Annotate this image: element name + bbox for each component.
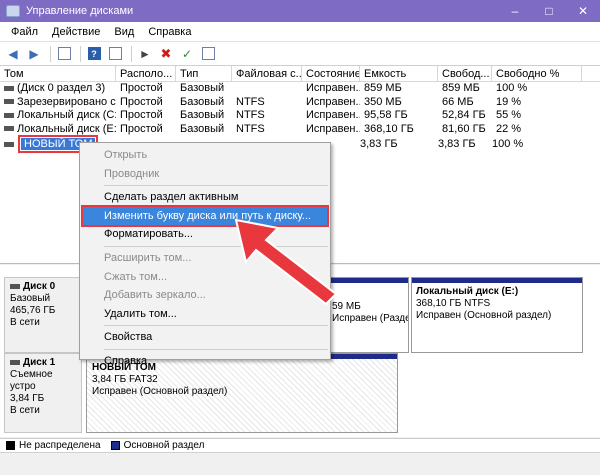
menu-item-help[interactable]: Справка [80, 352, 330, 371]
volume-icon [4, 99, 14, 105]
menu-file[interactable]: Файл [4, 26, 45, 38]
column-free[interactable]: Свобод... [438, 66, 492, 81]
properties-icon[interactable] [106, 45, 124, 63]
list-view-icon[interactable] [55, 45, 73, 63]
menu-item-open[interactable]: Открыть [80, 146, 330, 165]
minimize-icon[interactable]: – [498, 0, 532, 22]
window-title: Управление дисками [26, 5, 134, 17]
help-icon[interactable]: ? [85, 45, 103, 63]
menu-action[interactable]: Действие [45, 26, 107, 38]
disk-icon [10, 359, 20, 365]
column-filesystem[interactable]: Файловая с... [232, 66, 302, 81]
menu-item-properties[interactable]: Свойства [80, 328, 330, 347]
disk-icon [10, 283, 20, 289]
disk-0-label[interactable]: Диск 0 Базовый 465,76 ГБ В сети [4, 277, 82, 353]
delete-icon[interactable]: ✖ [157, 45, 175, 63]
title-bar: Управление дисками – □ ✕ [0, 0, 600, 22]
selected-volume-free-pct: 100 % [492, 138, 524, 150]
table-row[interactable]: Зарезервировано с... Простой Базовый NTFS… [0, 96, 600, 110]
column-layout[interactable]: Располо... [116, 66, 176, 81]
check-icon[interactable]: ✓ [178, 45, 196, 63]
column-type[interactable]: Тип [176, 66, 232, 81]
selected-volume-capacity: 3,83 ГБ [360, 138, 398, 150]
table-row[interactable]: Локальный диск (E:) Простой Базовый NTFS И… [0, 123, 600, 137]
forward-arrow-icon[interactable]: ▶ [25, 45, 43, 63]
menu-bar: Файл Действие Вид Справка [0, 22, 600, 42]
menu-separator [104, 245, 328, 247]
menu-help[interactable]: Справка [141, 26, 198, 38]
menu-item-mark-active[interactable]: Сделать раздел активным [80, 188, 330, 207]
list-header: Том Располо... Тип Файловая с... Состоян… [0, 66, 600, 82]
volume-icon [4, 126, 14, 132]
disk-0-partition[interactable]: 59 МБ Исправен (Раздел [327, 277, 409, 353]
menu-separator [104, 185, 328, 187]
unallocated-swatch [6, 441, 15, 450]
legend-unallocated: Не распределена [19, 440, 101, 451]
toolbar-separator [50, 45, 51, 62]
back-arrow-icon[interactable]: ◀ [4, 45, 22, 63]
table-row[interactable]: Локальный диск (C:) Простой Базовый NTFS И… [0, 109, 600, 123]
menu-item-extend[interactable]: Расширить том... [80, 249, 330, 268]
menu-separator [104, 325, 328, 327]
menu-item-delete-volume[interactable]: Удалить том... [80, 305, 330, 324]
volume-icon [4, 112, 14, 118]
column-capacity[interactable]: Емкость [360, 66, 438, 81]
menu-item-format[interactable]: Форматировать... [80, 225, 330, 244]
column-free-pct[interactable]: Свободно % [492, 66, 582, 81]
toolbar-separator [131, 45, 132, 62]
table-row[interactable]: (Диск 0 раздел 3) Простой Базовый Исправе… [0, 82, 600, 96]
context-menu: Открыть Проводник Сделать раздел активны… [79, 142, 331, 367]
volume-icon [4, 85, 14, 91]
legend-primary: Основной раздел [123, 440, 205, 451]
close-icon[interactable]: ✕ [566, 0, 600, 22]
volume-icon [4, 141, 14, 147]
disk-1-label[interactable]: Диск 1 Съемное устро 3,84 ГБ В сети [4, 353, 82, 433]
legend: Не распределена Основной раздел [0, 438, 600, 452]
column-status[interactable]: Состояние [302, 66, 360, 81]
status-bar [0, 452, 600, 475]
column-volume[interactable]: Том [0, 66, 116, 81]
selected-volume-free: 3,83 ГБ [438, 138, 476, 150]
toolbar: ◀ ▶ ? ► ✖ ✓ [0, 42, 600, 66]
maximize-icon[interactable]: □ [532, 0, 566, 22]
menu-view[interactable]: Вид [107, 26, 141, 38]
disk-0-partition-e[interactable]: Локальный диск (E:) 368,10 ГБ NTFS Испра… [411, 277, 583, 353]
menu-item-change-drive-letter[interactable]: Изменить букву диска или путь к диску... [81, 204, 329, 228]
menu-item-add-mirror[interactable]: Добавить зеркало... [80, 286, 330, 305]
primary-swatch [110, 441, 120, 450]
settings-icon[interactable] [199, 45, 217, 63]
disk-management-icon [6, 5, 20, 17]
menu-item-explorer[interactable]: Проводник [80, 165, 330, 184]
menu-separator [104, 348, 328, 350]
toolbar-separator [80, 45, 81, 62]
menu-item-shrink[interactable]: Сжать том... [80, 268, 330, 287]
connect-icon[interactable]: ► [136, 45, 154, 63]
